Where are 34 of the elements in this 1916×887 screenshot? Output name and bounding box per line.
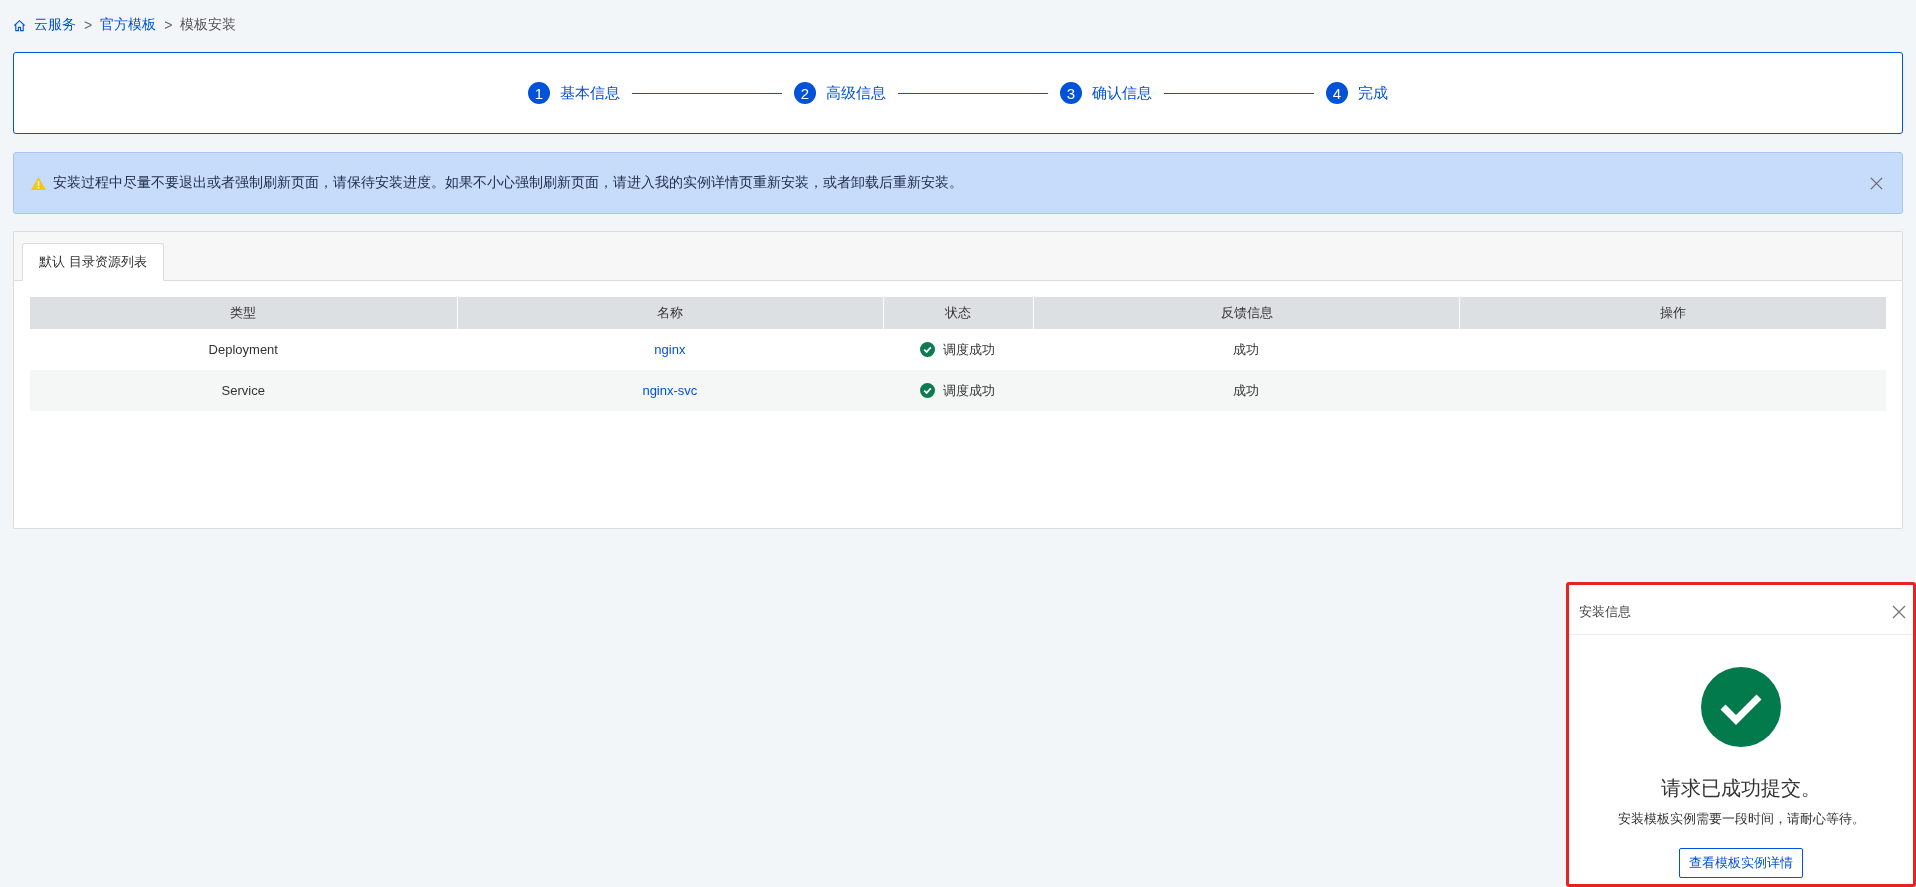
column-header: 操作 — [1459, 297, 1886, 329]
column-header: 名称 — [456, 297, 884, 329]
breadcrumb-current: 模板安装 — [180, 16, 237, 34]
step-label: 确认信息 — [1092, 83, 1152, 103]
tab[interactable]: 默认 目录资源列表 — [22, 243, 164, 281]
view-details-button[interactable]: 查看模板实例详情 — [1679, 848, 1803, 878]
success-message: 安装模板实例需要一段时间，请耐心等待。 — [1617, 810, 1865, 828]
step-number: 4 — [1326, 82, 1348, 104]
popup-title: 安装信息 — [1579, 602, 1631, 621]
breadcrumb-separator: > — [164, 17, 173, 33]
success-icon — [1701, 667, 1781, 747]
step-label: 基本信息 — [560, 83, 620, 103]
home-icon[interactable] — [13, 18, 26, 32]
column-header: 类型 — [30, 297, 457, 329]
table-cell: Service — [30, 370, 457, 411]
success-heading: 请求已成功提交。 — [1661, 776, 1821, 801]
step-number: 3 — [1060, 82, 1082, 104]
status-text: 调度成功 — [943, 340, 996, 359]
close-icon — [1869, 175, 1884, 191]
step-label: 完成 — [1358, 83, 1388, 103]
resource-link[interactable]: nginx-svc — [456, 370, 884, 411]
column-header: 状态 — [883, 297, 1033, 329]
breadcrumb-link[interactable]: 官方模板 — [100, 16, 157, 34]
step-number: 1 — [528, 82, 550, 104]
status-text: 调度成功 — [943, 381, 996, 400]
breadcrumb-separator: > — [84, 17, 93, 33]
column-header: 反馈信息 — [1032, 297, 1460, 329]
warning-icon — [30, 175, 47, 191]
table-cell: 成功 — [1032, 370, 1460, 411]
step-number: 2 — [794, 82, 816, 104]
breadcrumb-link[interactable]: 云服务 — [34, 16, 76, 34]
alert-message: 安装过程中尽量不要退出或者强制刷新页面，请保待安装进度。如果不小心强制刷新页面，请进入我的实例详情页重新安装，或者卸载后重新安装。 — [53, 174, 964, 192]
step-label: 高级信息 — [826, 83, 886, 103]
close-icon — [1891, 603, 1907, 620]
